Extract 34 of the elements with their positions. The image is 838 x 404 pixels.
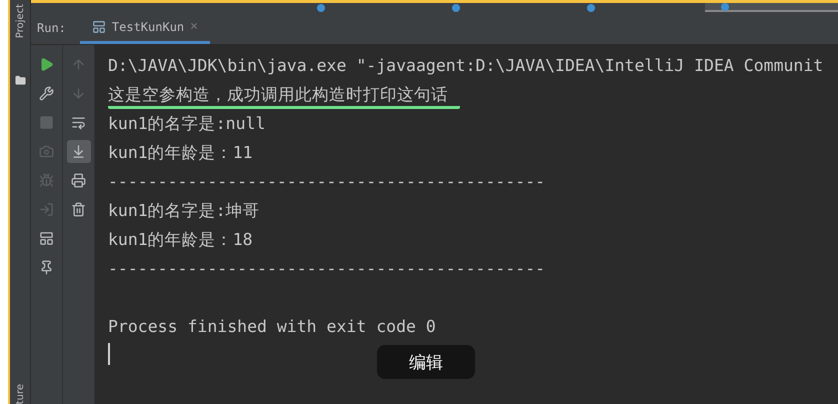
pin-icon [39, 260, 54, 275]
console-line: kun1的名字是:坤哥 [108, 200, 260, 222]
project-tool-label[interactable]: Project [14, 4, 26, 38]
console-line: kun1的年龄是：18 [108, 229, 253, 251]
layout-icon [39, 231, 54, 246]
wrench-icon [39, 86, 54, 101]
stop-icon [39, 115, 54, 130]
bug-icon [39, 173, 54, 188]
scroll-to-end-button[interactable] [66, 140, 90, 163]
editor-tab[interactable] [705, 3, 838, 12]
run-label: Run: [37, 21, 66, 35]
printer-icon [71, 173, 86, 188]
file-icon [586, 4, 594, 12]
console-line: kun1的年龄是：11 [108, 142, 253, 164]
console-line: 这是空参构造，成功调用此构造时打印这句话 [108, 84, 460, 109]
console-line: -------------------------------------------- [108, 171, 546, 193]
console-line: kun1的名字是:null [108, 113, 266, 135]
scroll-to-end-icon [71, 144, 86, 159]
console-line: Process finished with exit code 0 [108, 316, 436, 338]
structure-tool-label[interactable]: ture [14, 384, 26, 404]
file-icon [317, 4, 325, 12]
wrap-icon [71, 115, 86, 130]
run-icon [39, 57, 54, 72]
edit-toast: 编辑 [377, 345, 475, 379]
folder-icon [14, 75, 26, 86]
login-icon [39, 202, 54, 217]
console-icon [92, 20, 106, 34]
camera-icon [39, 144, 54, 159]
file-icon [721, 2, 730, 10]
console-line: D:\JAVA\JDK\bin\java.exe "-javaagent:D:\JAVA\IDEA\IntelliJ IDEA Communit [108, 55, 824, 77]
trash-icon [71, 202, 86, 217]
down-arrow-icon [71, 86, 86, 101]
console-line: -------------------------------------------- [108, 258, 546, 280]
file-icon [452, 4, 460, 12]
